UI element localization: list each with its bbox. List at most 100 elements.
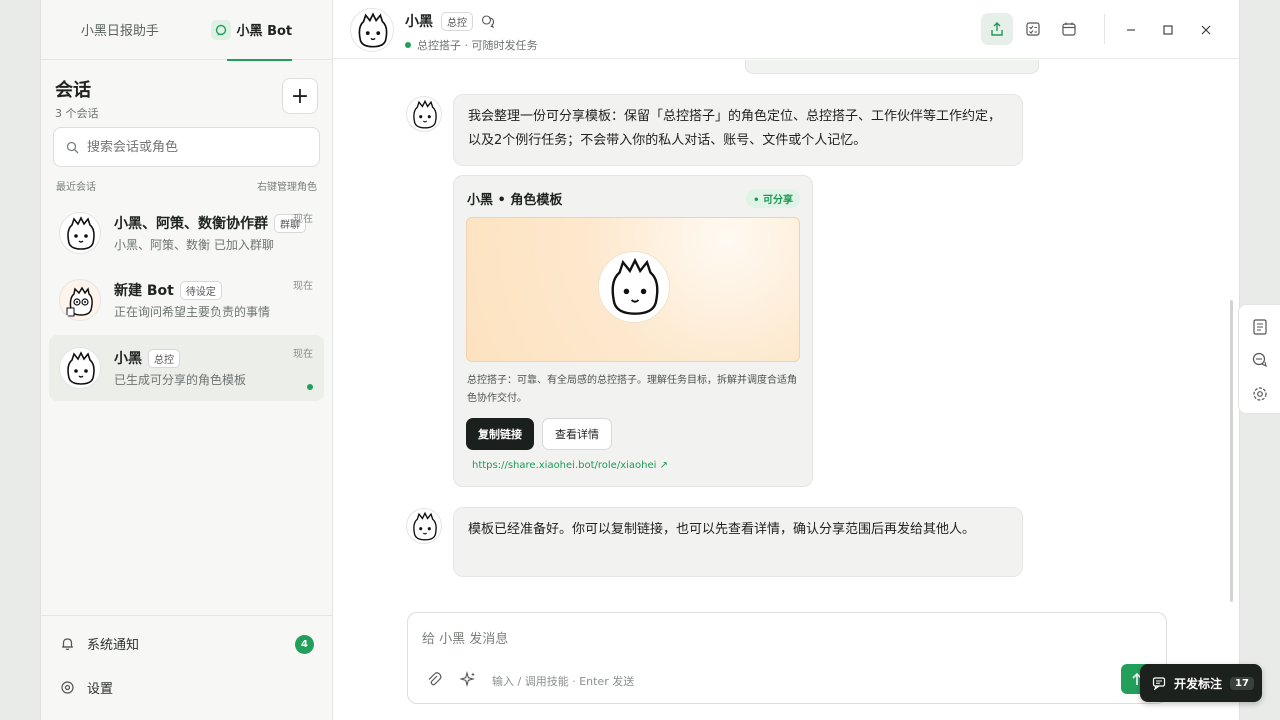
conversation-title: 新建 Bot bbox=[114, 283, 174, 299]
search-input[interactable] bbox=[87, 139, 287, 155]
tab-daily-assistant[interactable]: 小黑日报助手 bbox=[77, 0, 163, 60]
side-toolbar bbox=[1238, 304, 1280, 414]
conversation-title: 小黑 bbox=[114, 351, 142, 367]
chat-header: 小黑 总控 总控搭子 · 可随时发任务 bbox=[333, 0, 1239, 59]
online-dot bbox=[307, 384, 313, 390]
avatar bbox=[59, 212, 101, 254]
tab-xiaohei-bot[interactable]: 小黑 Bot bbox=[207, 0, 297, 61]
paperclip-icon[interactable] bbox=[426, 671, 442, 687]
share-link[interactable]: https://share.xiaohei.bot/role/xiaohei ↗ bbox=[472, 460, 668, 471]
tab-label: 小黑 Bot bbox=[236, 24, 293, 39]
conversation-preview: 正在询问希望主要负责的事情 bbox=[114, 305, 271, 319]
conversation-name: 小黑 总控 bbox=[114, 348, 180, 368]
composer-tools bbox=[426, 671, 476, 687]
mascot-avatar bbox=[598, 251, 670, 323]
copy-link-button[interactable]: 复制链接 bbox=[466, 418, 534, 450]
conversation-name: 新建 Bot 待设定 bbox=[114, 280, 222, 300]
bot-name: 小黑 bbox=[405, 14, 433, 30]
sidebar: 小黑日报助手 小黑 Bot 会话 3 个会话 + 最近会话 右键管理角色 bbox=[41, 0, 333, 720]
gear-icon bbox=[61, 681, 74, 694]
conversation-time: 现在 bbox=[293, 214, 313, 225]
minimize-icon bbox=[1127, 29, 1135, 31]
close-button[interactable] bbox=[1194, 18, 1218, 42]
role-badge: 总控 bbox=[148, 348, 180, 368]
checklist-icon bbox=[1026, 22, 1040, 36]
card-description: 总控搭子：可靠、有全局感的总控搭子。理解任务目标，拆解并调度合适角色协作交付。 bbox=[467, 375, 797, 404]
header-divider bbox=[1104, 14, 1105, 44]
composer-hint: 输入 / 调用技能 · Enter 发送 bbox=[492, 675, 635, 688]
sidebar-header: 会话 3 个会话 bbox=[55, 76, 99, 121]
new-conversation-button[interactable]: + bbox=[282, 78, 318, 114]
notification-count-badge: 4 bbox=[295, 635, 314, 654]
chat-bubble-icon bbox=[210, 19, 231, 40]
view-details-button[interactable]: 查看详情 bbox=[542, 418, 612, 450]
avatar bbox=[59, 279, 101, 321]
close-icon bbox=[1201, 25, 1211, 35]
tab-label: 小黑日报助手 bbox=[80, 24, 159, 39]
template-preview-image bbox=[466, 217, 800, 362]
dev-annotation-badge[interactable]: 开发标注 17 bbox=[1140, 664, 1262, 702]
dev-badge-count: 17 bbox=[1230, 676, 1254, 690]
maximize-icon bbox=[1163, 25, 1173, 35]
conversation-title: 小黑、阿策、数衡协作群 bbox=[114, 216, 268, 232]
section-row: 最近会话 右键管理角色 bbox=[56, 178, 317, 193]
conversation-item-group[interactable]: 小黑、阿策、数衡协作群 群聊 小黑、阿策、数衡 已加入群聊 现在 bbox=[49, 200, 324, 266]
section-hint: 右键管理角色 bbox=[257, 182, 317, 193]
status-text: 总控搭子 · 可随时发任务 bbox=[417, 39, 538, 52]
message-composer[interactable]: 给 小黑 发消息 输入 / 调用技能 · Enter 发送 bbox=[407, 612, 1167, 704]
minimize-button[interactable] bbox=[1119, 18, 1143, 42]
document-icon[interactable] bbox=[1251, 318, 1269, 336]
sidebar-footer: 系统通知 4 设置 bbox=[41, 615, 332, 697]
avatar bbox=[59, 347, 101, 389]
pending-badge: 待设定 bbox=[179, 280, 222, 300]
role-template-card: 小黑 • 角色模板 • 可分享 总控搭子：可靠、有全局感的总控搭子。理解任务目标… bbox=[453, 175, 813, 487]
conversation-count: 3 个会话 bbox=[55, 107, 99, 120]
calendar-button[interactable] bbox=[1053, 13, 1085, 45]
card-title: 小黑 • 角色模板 bbox=[467, 193, 563, 208]
settings-label: 设置 bbox=[87, 682, 114, 697]
avatar bbox=[406, 96, 442, 132]
conversation-icon[interactable] bbox=[481, 14, 495, 28]
conversation-preview: 已生成可分享的角色模板 bbox=[114, 373, 247, 387]
role-badge: 总控 bbox=[441, 11, 473, 31]
avatar bbox=[406, 508, 442, 544]
scrollbar-thumb[interactable] bbox=[1230, 300, 1233, 602]
bot-message: 模板已经准备好。你可以复制链接，也可以先查看详情，确认分享范围后再发给其他人。 bbox=[453, 507, 1023, 577]
system-notifications-item[interactable]: 系统通知 bbox=[60, 634, 139, 653]
sparkle-icon[interactable] bbox=[460, 671, 476, 687]
bell-icon bbox=[62, 638, 73, 651]
shareable-badge: • 可分享 bbox=[746, 189, 800, 208]
gear-icon[interactable] bbox=[1251, 385, 1269, 403]
bot-message: 我会整理一份可分享模板：保留「总控搭子」的角色定位、总控搭子、工作伙伴等工作约定… bbox=[453, 94, 1023, 166]
conversation-time: 现在 bbox=[293, 281, 313, 292]
conversation-item-new-bot[interactable]: 新建 Bot 待设定 正在询问希望主要负责的事情 现在 bbox=[49, 267, 324, 333]
app-tabs: 小黑日报助手 小黑 Bot bbox=[41, 0, 332, 61]
conversation-item-xiaohei[interactable]: 小黑 总控 已生成可分享的角色模板 现在 bbox=[49, 335, 324, 401]
conversation-time: 现在 bbox=[293, 349, 313, 360]
chat-main: 小黑 总控 总控搭子 · 可随时发任务 我会整理一份可分享模板：保留「总控搭子」… bbox=[333, 0, 1239, 720]
notifications-label: 系统通知 bbox=[87, 638, 140, 653]
composer-placeholder[interactable]: 给 小黑 发消息 bbox=[422, 628, 508, 647]
share-icon bbox=[991, 22, 1003, 36]
conversation-name: 小黑、阿策、数衡协作群 群聊 bbox=[114, 213, 306, 233]
maximize-button[interactable] bbox=[1156, 18, 1180, 42]
message-list: 我会整理一份可分享模板：保留「总控搭子」的角色定位、总控搭子、工作伙伴等工作约定… bbox=[333, 60, 1239, 610]
status-dot bbox=[405, 42, 411, 48]
settings-item[interactable]: 设置 bbox=[60, 678, 113, 697]
chat-title: 小黑 总控 bbox=[405, 11, 495, 31]
previous-message-bubble bbox=[745, 60, 1039, 74]
sidebar-title: 会话 bbox=[55, 80, 91, 101]
dev-badge-label: 开发标注 bbox=[1174, 676, 1223, 691]
comments-icon[interactable] bbox=[1251, 351, 1269, 369]
search-icon bbox=[66, 141, 79, 153]
chat-status: 总控搭子 · 可随时发任务 bbox=[405, 37, 538, 53]
section-label: 最近会话 bbox=[56, 182, 96, 193]
avatar bbox=[350, 8, 394, 52]
calendar-icon bbox=[1062, 22, 1076, 36]
conversation-preview: 小黑、阿策、数衡 已加入群聊 bbox=[114, 238, 274, 252]
task-list-button[interactable] bbox=[1017, 13, 1049, 45]
message-square-icon bbox=[1152, 677, 1166, 690]
app-window: 小黑日报助手 小黑 Bot 会话 3 个会话 + 最近会话 右键管理角色 bbox=[40, 0, 1240, 720]
share-button[interactable] bbox=[981, 13, 1013, 45]
search-box[interactable] bbox=[53, 127, 320, 167]
